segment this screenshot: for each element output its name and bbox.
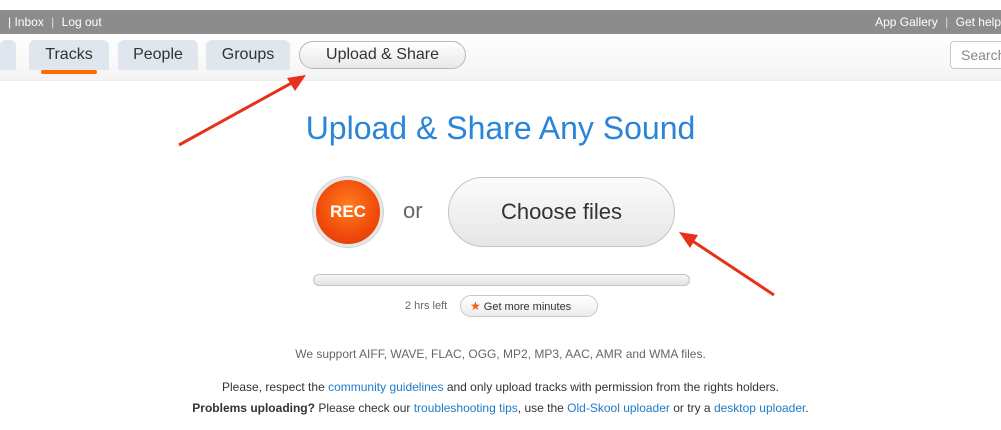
search-input[interactable]: Search bbox=[950, 41, 1001, 69]
logout-link[interactable]: Log out bbox=[62, 15, 102, 29]
problems-text: Please check our bbox=[318, 401, 411, 415]
tab-tracks[interactable]: Tracks bbox=[29, 40, 109, 74]
problems-notice: Problems uploading? Please check our tro… bbox=[0, 401, 1001, 415]
get-more-minutes-label: Get more minutes bbox=[483, 301, 572, 313]
record-button[interactable]: REC bbox=[313, 177, 383, 247]
divider bbox=[0, 80, 1001, 81]
nav-tab-partial[interactable] bbox=[0, 40, 16, 70]
tab-people-label: People bbox=[133, 46, 183, 63]
top-bar: | Inbox | Log out App Gallery | Get help bbox=[0, 10, 1001, 34]
respect-suffix: and only upload tracks with permission f… bbox=[446, 380, 779, 394]
active-tab-indicator bbox=[41, 70, 97, 74]
separator: | bbox=[8, 15, 12, 29]
upload-share-button[interactable]: Upload & Share bbox=[299, 41, 466, 69]
or-try-text: or try a bbox=[673, 401, 711, 415]
desktop-uploader-link[interactable]: desktop uploader bbox=[714, 401, 805, 415]
page-title: Upload & Share Any Sound bbox=[305, 110, 696, 146]
supported-formats-text: We support AIFF, WAVE, FLAC, OGG, MP2, M… bbox=[295, 347, 706, 361]
choose-files-button[interactable]: Choose files bbox=[448, 177, 675, 247]
tab-groups-label: Groups bbox=[221, 46, 275, 63]
old-skool-uploader-link[interactable]: Old-Skool uploader bbox=[567, 401, 670, 415]
annotation-arrow-icon bbox=[679, 232, 775, 297]
guidelines-notice: Please, respect the community guidelines… bbox=[0, 380, 1001, 394]
or-label: or bbox=[403, 198, 423, 223]
inbox-link[interactable]: Inbox bbox=[14, 15, 43, 29]
period: . bbox=[805, 401, 809, 415]
community-guidelines-link[interactable]: community guidelines bbox=[328, 380, 443, 394]
upload-progress-bar bbox=[313, 274, 690, 286]
separator: | bbox=[945, 15, 949, 29]
problems-heading: Problems uploading? bbox=[192, 401, 315, 415]
app-gallery-link[interactable]: App Gallery bbox=[875, 15, 938, 29]
top-bar-right: App Gallery | Get help bbox=[875, 10, 1001, 34]
get-help-link[interactable]: Get help bbox=[956, 15, 1001, 29]
use-the-text: , use the bbox=[517, 401, 564, 415]
get-more-minutes-button[interactable]: ★ Get more minutes bbox=[460, 295, 598, 317]
hours-left-text: 2 hrs left bbox=[405, 300, 448, 312]
star-icon: ★ bbox=[470, 299, 481, 313]
tab-tracks-label: Tracks bbox=[45, 46, 93, 63]
top-bar-left: | Inbox | Log out bbox=[8, 10, 102, 34]
separator: | bbox=[51, 15, 55, 29]
respect-prefix: Please, respect the bbox=[222, 380, 325, 394]
troubleshooting-tips-link[interactable]: troubleshooting tips bbox=[414, 401, 518, 415]
tab-groups[interactable]: Groups bbox=[206, 40, 290, 70]
main-nav: Tracks People Groups Upload & Share Sear… bbox=[0, 34, 1001, 80]
tab-people[interactable]: People bbox=[118, 40, 198, 70]
